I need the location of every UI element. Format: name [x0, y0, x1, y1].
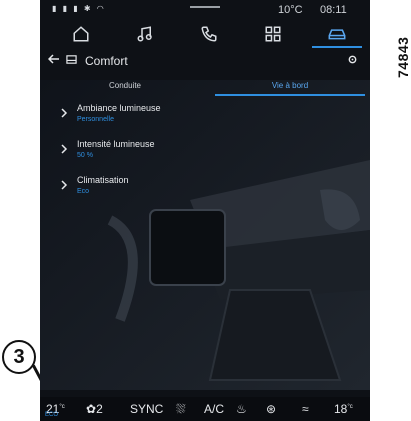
- nav-home[interactable]: [56, 22, 106, 46]
- gear-icon[interactable]: [347, 54, 358, 68]
- fan-icon: ✿: [86, 402, 97, 416]
- left-temp-unit: °c: [59, 404, 65, 410]
- back-arrow-icon[interactable]: [47, 53, 60, 68]
- infotainment-screen: ▮ ▮ ▮ ✱ ◠ 10°C 08:11 Comfort Conduite Vi…: [40, 0, 370, 421]
- tab-vie-a-bord[interactable]: Vie à bord: [215, 76, 365, 96]
- nav-music[interactable]: [120, 22, 170, 46]
- item-value: Eco: [77, 188, 90, 195]
- item-value: Personnelle: [77, 116, 114, 123]
- callout-number: 3: [2, 340, 36, 374]
- status-indicator: [190, 6, 220, 8]
- item-title: Climatisation: [77, 175, 129, 185]
- right-temperature[interactable]: 18°c: [334, 402, 353, 416]
- comfort-seat-icon: [66, 54, 77, 68]
- eco-label: ECO: [45, 412, 59, 418]
- home-icon: [73, 26, 89, 42]
- top-navigation: [40, 20, 370, 48]
- right-temp-value: 18: [334, 402, 348, 416]
- sync-button[interactable]: SYNC: [130, 402, 163, 416]
- chevron-right-icon: [61, 108, 68, 118]
- right-temp-unit: °c: [347, 404, 353, 410]
- outside-temperature: 10°C: [278, 4, 303, 16]
- music-icon: [137, 26, 152, 42]
- status-bar: ▮ ▮ ▮ ✱ ◠ 10°C 08:11: [40, 0, 370, 20]
- climate-bar: 21°c ECO ✿2 SYNC ⛆ A/C ♨ ⊛ ≈ 18°c: [40, 397, 370, 421]
- list-item-intensite[interactable]: Intensité lumineuse 50 %: [40, 134, 240, 170]
- title-bar: Comfort: [40, 50, 370, 72]
- seat-heating-icon[interactable]: ♨: [236, 402, 247, 416]
- vehicle-icon: [328, 29, 346, 40]
- steering-heat-icon[interactable]: ⊛: [266, 402, 276, 416]
- apps-icon: [265, 26, 281, 42]
- tab-conduite[interactable]: Conduite: [50, 76, 200, 94]
- nav-phone[interactable]: [184, 22, 234, 46]
- figure-id: 74843: [395, 36, 411, 78]
- item-value: 50 %: [77, 152, 93, 159]
- tab-bar: Conduite Vie à bord: [40, 76, 370, 96]
- airflow-icon[interactable]: ≈: [302, 402, 309, 416]
- fan-speed[interactable]: ✿2: [86, 402, 103, 416]
- nav-apps[interactable]: [248, 22, 298, 46]
- chevron-right-icon: [61, 144, 68, 154]
- item-title: Ambiance lumineuse: [77, 103, 161, 113]
- list-item-climatisation[interactable]: Climatisation Eco: [40, 170, 240, 206]
- list-item-ambiance[interactable]: Ambiance lumineuse Personnelle: [40, 98, 240, 134]
- page-title: Comfort: [85, 54, 128, 68]
- clock: 08:11: [320, 4, 347, 16]
- status-icons: ▮ ▮ ▮ ✱ ◠: [52, 4, 106, 13]
- windshield-defrost-icon[interactable]: ⛆: [176, 402, 186, 417]
- phone-icon: [201, 26, 217, 42]
- nav-vehicle[interactable]: [312, 22, 362, 48]
- item-title: Intensité lumineuse: [77, 139, 155, 149]
- settings-list: Ambiance lumineuse Personnelle Intensité…: [40, 98, 240, 206]
- chevron-right-icon: [61, 180, 68, 190]
- fan-level-value: 2: [96, 402, 103, 416]
- ac-button[interactable]: A/C: [204, 402, 224, 416]
